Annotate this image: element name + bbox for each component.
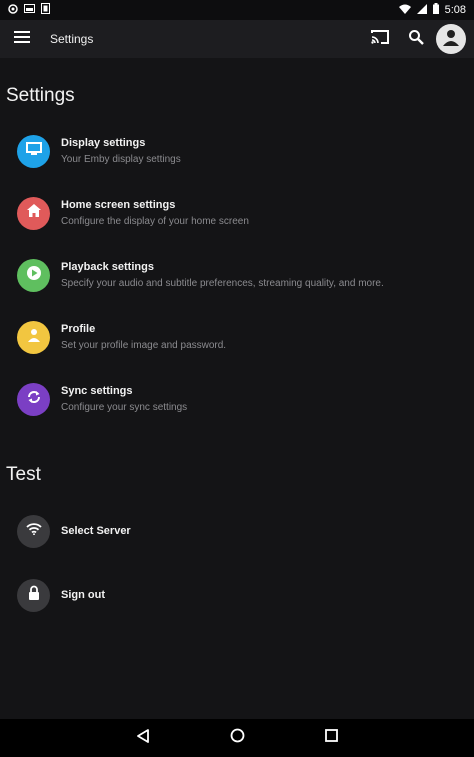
settings-item-title: Display settings bbox=[61, 137, 146, 149]
settings-item-select-server[interactable]: Select Server bbox=[0, 500, 474, 562]
app-bar: Settings bbox=[0, 20, 474, 58]
home-button[interactable] bbox=[230, 728, 245, 748]
back-button[interactable] bbox=[136, 728, 150, 748]
home-icon-circle bbox=[17, 196, 50, 230]
status-time: 5:08 bbox=[444, 4, 466, 16]
back-triangle-icon bbox=[136, 728, 150, 747]
wifi-status-icon bbox=[398, 4, 411, 17]
recents-button[interactable] bbox=[325, 729, 338, 747]
image-notification-icon bbox=[24, 4, 35, 16]
battery-icon bbox=[432, 3, 439, 17]
cast-button[interactable] bbox=[366, 25, 394, 53]
profile-icon-circle bbox=[17, 320, 50, 354]
settings-item-profile[interactable]: Profile Set your profile image and passw… bbox=[0, 306, 474, 368]
settings-item-title: Profile bbox=[61, 323, 96, 335]
sync-icon-circle bbox=[17, 382, 50, 416]
user-avatar-button[interactable] bbox=[436, 24, 466, 54]
settings-item-subtitle: Set your profile image and password. bbox=[61, 340, 227, 351]
person-icon bbox=[27, 328, 41, 347]
settings-item-title: Sign out bbox=[61, 589, 105, 601]
settings-item-subtitle: Configure the display of your home scree… bbox=[61, 216, 249, 227]
recents-square-icon bbox=[325, 729, 338, 746]
section-title-test: Test bbox=[6, 464, 41, 485]
status-left bbox=[8, 3, 50, 17]
location-icon bbox=[8, 3, 18, 17]
lock-icon bbox=[28, 585, 40, 605]
display-icon-circle bbox=[17, 134, 50, 168]
settings-item-title: Select Server bbox=[61, 525, 131, 537]
play-circle-icon bbox=[26, 265, 42, 286]
system-nav-bar bbox=[0, 719, 474, 757]
settings-item-title: Sync settings bbox=[61, 385, 133, 397]
settings-item-home-screen[interactable]: Home screen settings Configure the displ… bbox=[0, 182, 474, 244]
sync-icon bbox=[26, 389, 42, 410]
home-circle-icon bbox=[230, 728, 245, 747]
home-icon bbox=[26, 204, 41, 222]
settings-item-title: Home screen settings bbox=[61, 199, 176, 211]
settings-item-subtitle: Your Emby display settings bbox=[61, 154, 181, 165]
settings-item-display[interactable]: Display settings Your Emby display setti… bbox=[0, 120, 474, 182]
playback-icon-circle bbox=[17, 258, 50, 292]
monitor-icon bbox=[25, 141, 42, 161]
settings-item-sign-out[interactable]: Sign out bbox=[0, 564, 474, 626]
settings-content: Settings Display settings Your Emby disp… bbox=[0, 58, 474, 719]
user-avatar-icon bbox=[442, 28, 460, 51]
search-icon bbox=[408, 29, 424, 50]
sdcard-icon bbox=[41, 3, 50, 17]
status-right: 5:08 bbox=[398, 3, 466, 17]
cast-icon bbox=[370, 29, 390, 50]
settings-item-title: Playback settings bbox=[61, 261, 154, 273]
search-button[interactable] bbox=[402, 25, 430, 53]
menu-button[interactable] bbox=[8, 25, 36, 53]
settings-item-playback[interactable]: Playback settings Specify your audio and… bbox=[0, 244, 474, 306]
status-bar: 5:08 bbox=[0, 0, 474, 20]
settings-item-sync[interactable]: Sync settings Configure your sync settin… bbox=[0, 368, 474, 430]
select-server-icon-circle bbox=[17, 514, 50, 548]
sign-out-icon-circle bbox=[17, 578, 50, 612]
hamburger-icon bbox=[14, 30, 30, 48]
wifi-icon bbox=[25, 522, 42, 540]
page-title: Settings bbox=[50, 32, 94, 46]
settings-item-subtitle: Specify your audio and subtitle preferen… bbox=[61, 278, 384, 289]
signal-icon bbox=[416, 3, 427, 17]
section-title-settings: Settings bbox=[6, 85, 75, 106]
settings-item-subtitle: Configure your sync settings bbox=[61, 402, 188, 413]
